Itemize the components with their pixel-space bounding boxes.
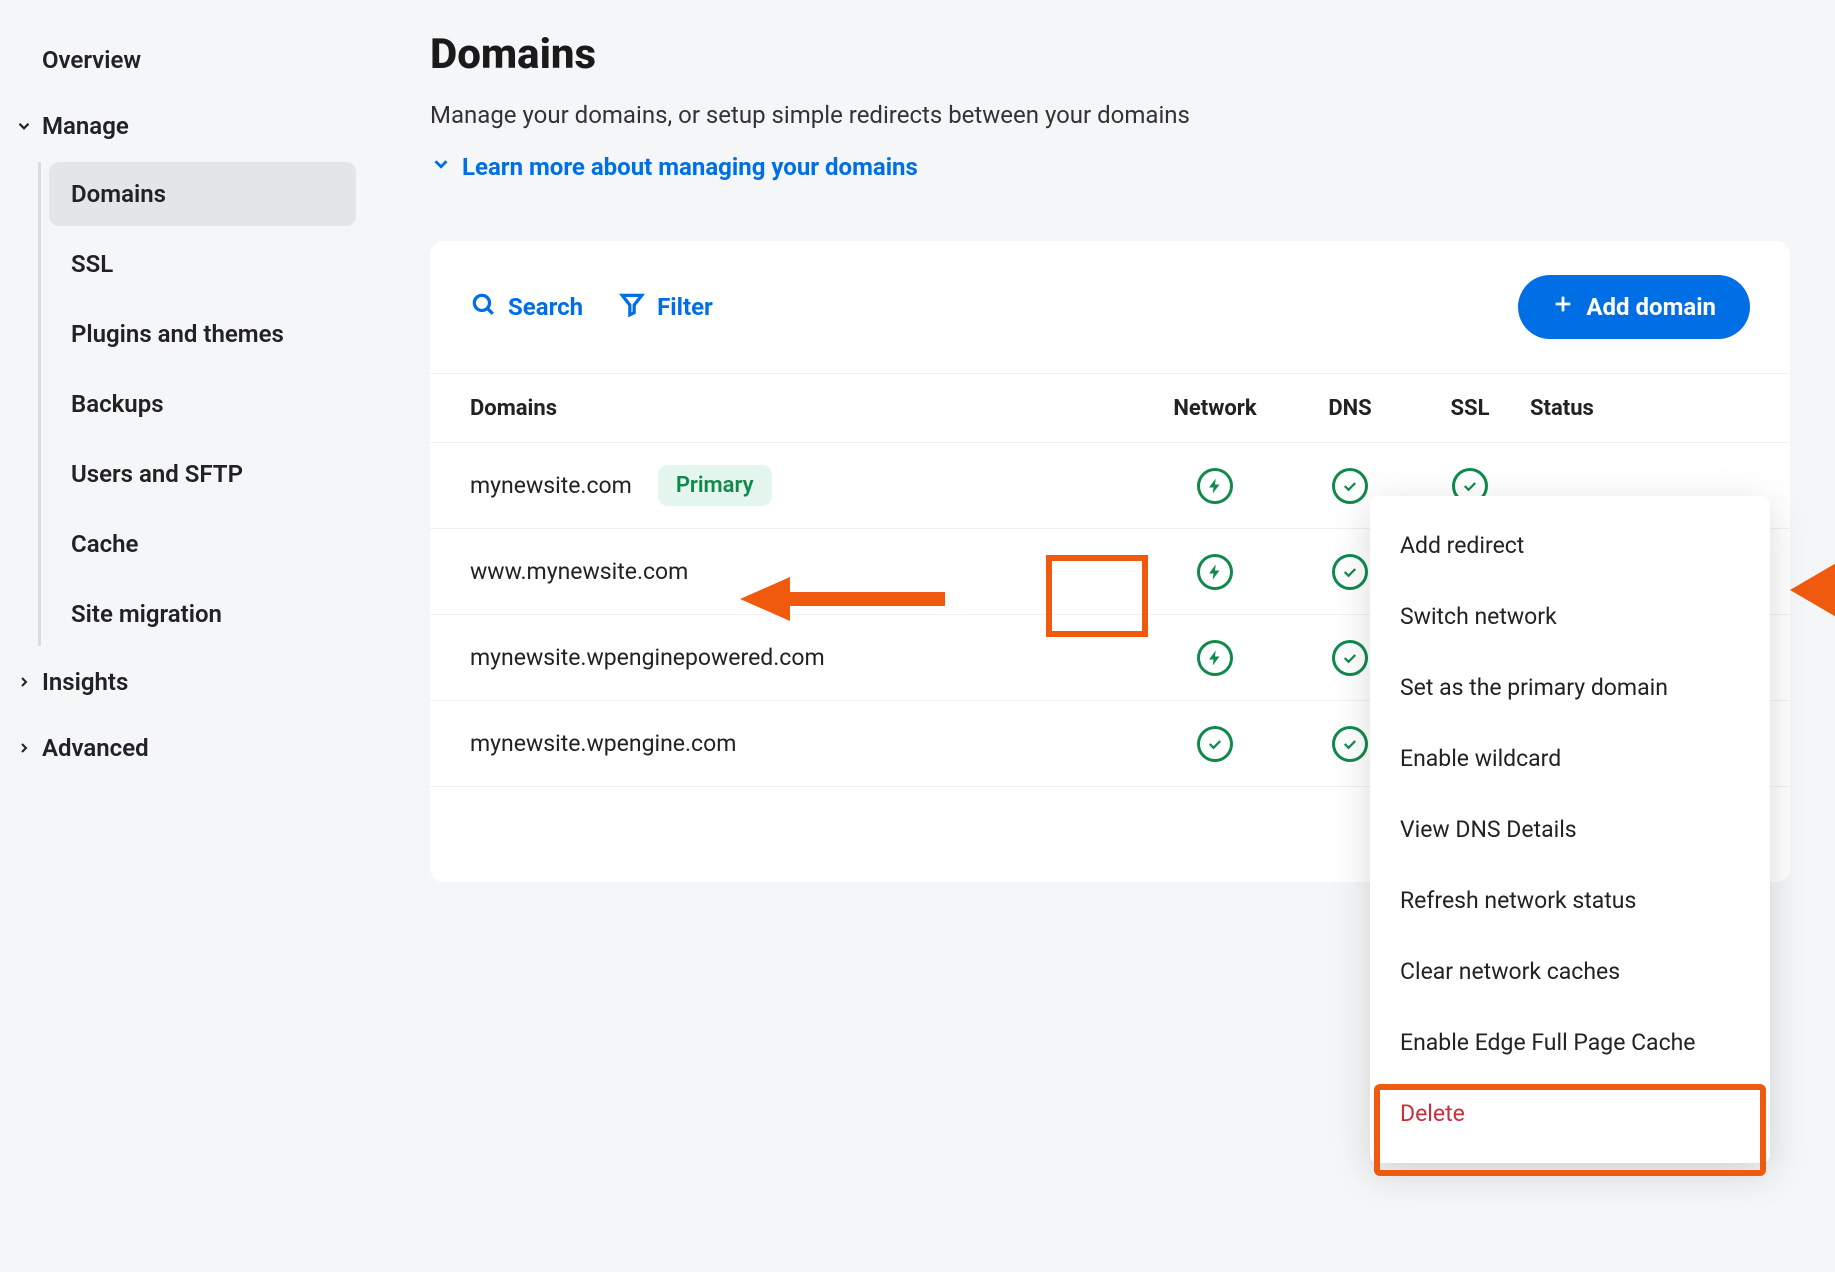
check-icon xyxy=(1197,726,1233,762)
page-subtitle: Manage your domains, or setup simple red… xyxy=(430,101,1835,129)
sidebar: Overview Manage Domains SSL Plugins and … xyxy=(0,0,380,1272)
filter-label: Filter xyxy=(657,293,713,321)
search-label: Search xyxy=(508,293,583,321)
learn-more-link[interactable]: Learn more about managing your domains xyxy=(430,153,918,181)
sidebar-sub-migration[interactable]: Site migration xyxy=(49,582,356,646)
plus-icon xyxy=(1552,293,1574,321)
chevron-down-icon xyxy=(14,117,34,135)
domain-name: mynewsite.com xyxy=(470,472,632,499)
domain-name: www.mynewsite.com xyxy=(470,558,688,585)
filter-button[interactable]: Filter xyxy=(619,291,713,323)
sidebar-sub-users[interactable]: Users and SFTP xyxy=(49,442,356,506)
menu-delete[interactable]: Delete xyxy=(1370,1078,1770,1149)
learn-more-label: Learn more about managing your domains xyxy=(462,153,918,181)
sidebar-sub-domains[interactable]: Domains xyxy=(49,162,356,226)
sidebar-item-overview[interactable]: Overview xyxy=(20,30,360,90)
sidebar-label: Advanced xyxy=(42,734,149,762)
bolt-icon xyxy=(1197,640,1233,676)
menu-enable-edge[interactable]: Enable Edge Full Page Cache xyxy=(1370,1007,1770,1078)
check-icon xyxy=(1332,554,1368,590)
domain-actions-menu: Add redirect Switch network Set as the p… xyxy=(1370,496,1770,1163)
menu-clear-caches[interactable]: Clear network caches xyxy=(1370,936,1770,1007)
col-domains: Domains xyxy=(470,396,1140,421)
primary-badge: Primary xyxy=(658,465,772,506)
col-dns: DNS xyxy=(1290,396,1410,421)
check-icon xyxy=(1332,640,1368,676)
chevron-down-icon xyxy=(430,153,452,181)
menu-refresh[interactable]: Refresh network status xyxy=(1370,865,1770,936)
check-icon xyxy=(1332,726,1368,762)
domain-name: mynewsite.wpenginepowered.com xyxy=(470,644,825,671)
col-network: Network xyxy=(1140,396,1290,421)
sidebar-item-insights[interactable]: Insights xyxy=(20,652,360,712)
bolt-icon xyxy=(1197,554,1233,590)
col-ssl: SSL xyxy=(1410,396,1530,421)
sidebar-item-manage[interactable]: Manage xyxy=(20,96,360,156)
menu-switch-network[interactable]: Switch network xyxy=(1370,581,1770,652)
add-domain-button[interactable]: Add domain xyxy=(1518,275,1750,339)
chevron-right-icon xyxy=(14,674,34,690)
sidebar-sub-plugins[interactable]: Plugins and themes xyxy=(49,302,356,366)
check-icon xyxy=(1332,468,1368,504)
sidebar-label: Overview xyxy=(42,46,141,74)
sidebar-label: Manage xyxy=(42,112,129,140)
sidebar-sub-cache[interactable]: Cache xyxy=(49,512,356,576)
menu-enable-wildcard[interactable]: Enable wildcard xyxy=(1370,723,1770,794)
card-toolbar: Search Filter Add domain xyxy=(430,241,1790,373)
col-status: Status xyxy=(1530,396,1750,421)
sidebar-submenu: Domains SSL Plugins and themes Backups U… xyxy=(38,162,360,646)
menu-set-primary[interactable]: Set as the primary domain xyxy=(1370,652,1770,723)
table-header: Domains Network DNS SSL Status xyxy=(430,373,1790,443)
sidebar-sub-backups[interactable]: Backups xyxy=(49,372,356,436)
search-icon xyxy=(470,291,496,323)
menu-add-redirect[interactable]: Add redirect xyxy=(1370,510,1770,581)
sidebar-item-advanced[interactable]: Advanced xyxy=(20,718,360,778)
page-title: Domains xyxy=(430,30,1835,79)
bolt-icon xyxy=(1197,468,1233,504)
domain-name: mynewsite.wpengine.com xyxy=(470,730,736,757)
chevron-right-icon xyxy=(14,740,34,756)
menu-view-dns[interactable]: View DNS Details xyxy=(1370,794,1770,865)
add-domain-label: Add domain xyxy=(1586,293,1716,321)
sidebar-sub-ssl[interactable]: SSL xyxy=(49,232,356,296)
search-button[interactable]: Search xyxy=(470,291,583,323)
sidebar-label: Insights xyxy=(42,668,128,696)
filter-icon xyxy=(619,291,645,323)
